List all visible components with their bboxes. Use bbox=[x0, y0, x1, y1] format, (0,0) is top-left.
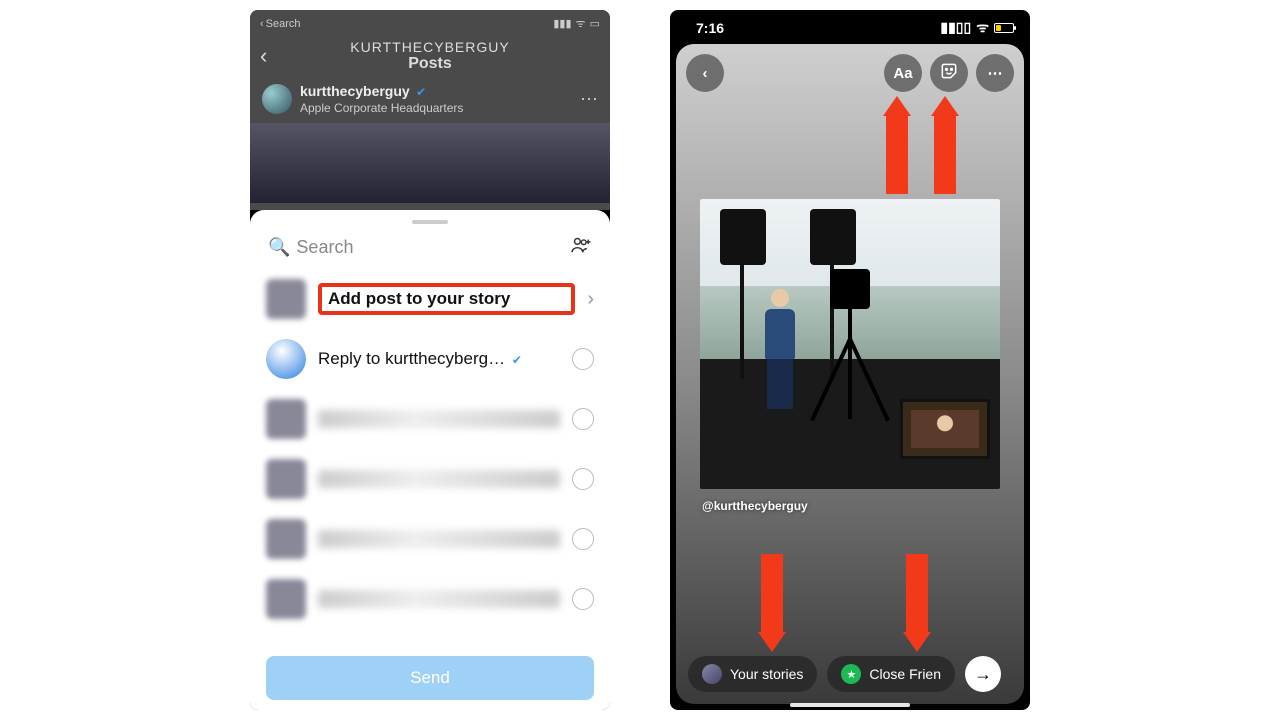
recipient-avatar bbox=[266, 579, 306, 619]
recipient-name-blurred bbox=[318, 590, 560, 608]
recipient-name-blurred bbox=[318, 410, 560, 428]
text-tool-button[interactable]: Aa bbox=[884, 54, 922, 92]
story-share-bar: Your stories ★ Close Frien → bbox=[676, 656, 1024, 692]
author-avatar[interactable] bbox=[262, 84, 292, 114]
recipient-row[interactable] bbox=[262, 509, 598, 569]
verified-badge-icon: ✔ bbox=[512, 353, 522, 367]
your-stories-button[interactable]: Your stories bbox=[688, 656, 817, 692]
select-radio[interactable] bbox=[572, 348, 594, 370]
recipient-row[interactable] bbox=[262, 449, 598, 509]
share-sheet-screenshot: ‹ Search ▮▮▮ ᯤ ▭ ‹ KURTTHECYBERGUY Posts… bbox=[250, 10, 610, 710]
post-header: kurtthecyberguy ✔ Apple Corporate Headqu… bbox=[250, 75, 610, 123]
verified-badge-icon: ✔ bbox=[416, 85, 426, 99]
chevron-left-icon: ‹ bbox=[703, 65, 708, 82]
annotation-arrow-close-friends bbox=[906, 554, 928, 634]
arrow-right-icon: → bbox=[974, 664, 992, 685]
post-image-dimmed bbox=[250, 123, 610, 203]
reply-row[interactable]: Reply to kurtthecyberg… ✔ bbox=[262, 329, 598, 389]
home-indicator[interactable] bbox=[790, 703, 910, 707]
create-group-icon[interactable] bbox=[570, 236, 592, 259]
battery-icon: ▭ bbox=[590, 17, 600, 30]
story-canvas[interactable]: ‹ Aa ⋯ bbox=[676, 44, 1024, 704]
select-radio[interactable] bbox=[572, 408, 594, 430]
shared-post-preview[interactable] bbox=[700, 199, 1000, 489]
story-editor-screenshot: 7:16 ▮▮▯▯ ᯤ ‹ Aa bbox=[670, 10, 1030, 710]
select-radio[interactable] bbox=[572, 528, 594, 550]
recipient-row[interactable] bbox=[262, 389, 598, 449]
close-friends-star-icon: ★ bbox=[841, 664, 861, 684]
close-friends-label: Close Frien bbox=[869, 666, 941, 682]
post-location[interactable]: Apple Corporate Headquarters bbox=[300, 101, 463, 115]
share-sheet: 🔍 Search Add post to your story › Reply … bbox=[250, 210, 610, 710]
post-author[interactable]: kurtthecyberguy bbox=[300, 83, 410, 99]
search-icon: 🔍 bbox=[268, 237, 290, 258]
close-friends-button[interactable]: ★ Close Frien bbox=[827, 656, 955, 692]
wifi-icon: ᯤ bbox=[976, 18, 989, 37]
chevron-left-icon: ‹ bbox=[260, 18, 264, 30]
story-thumb-icon bbox=[266, 279, 306, 319]
dimmed-post-background: ‹ Search ▮▮▮ ᯤ ▭ ‹ KURTTHECYBERGUY Posts… bbox=[250, 10, 610, 210]
more-tools-button[interactable]: ⋯ bbox=[976, 54, 1014, 92]
add-to-story-row[interactable]: Add post to your story › bbox=[262, 269, 598, 329]
nav-title: Posts bbox=[250, 55, 610, 73]
back-button[interactable]: ‹ bbox=[686, 54, 724, 92]
post-handle[interactable]: @kurtthecyberguy bbox=[702, 499, 808, 513]
ellipsis-icon: ⋯ bbox=[988, 64, 1003, 82]
annotation-arrow-sticker-tool bbox=[934, 114, 956, 194]
recipient-name-blurred bbox=[318, 530, 560, 548]
your-avatar-icon bbox=[702, 664, 722, 684]
signal-icon: ▮▮▯▯ bbox=[940, 19, 971, 36]
your-stories-label: Your stories bbox=[730, 666, 803, 682]
recipient-name-blurred bbox=[318, 470, 560, 488]
chevron-right-icon: › bbox=[587, 288, 594, 311]
back-search-label: Search bbox=[266, 18, 301, 30]
annotation-arrow-text-tool bbox=[886, 114, 908, 194]
post-nav: ‹ KURTTHECYBERGUY Posts bbox=[250, 33, 610, 75]
search-input[interactable]: 🔍 Search bbox=[268, 237, 560, 258]
wifi-icon: ᯤ bbox=[576, 16, 586, 31]
sticker-icon bbox=[939, 61, 959, 85]
recipient-avatar bbox=[266, 519, 306, 559]
author-avatar-icon bbox=[266, 339, 306, 379]
select-radio[interactable] bbox=[572, 588, 594, 610]
post-more-button[interactable]: ⋯ bbox=[580, 89, 598, 110]
status-icons: ▮▮▯▯ ᯤ bbox=[940, 18, 1014, 37]
recipient-avatar bbox=[266, 399, 306, 439]
recipient-row[interactable] bbox=[262, 569, 598, 629]
status-bar: ‹ Search ▮▮▮ ᯤ ▭ bbox=[250, 14, 610, 33]
battery-icon bbox=[994, 23, 1014, 33]
next-button[interactable]: → bbox=[965, 656, 1001, 692]
status-time: 7:16 bbox=[696, 20, 724, 36]
search-placeholder: Search bbox=[296, 237, 353, 258]
signal-icon: ▮▮▮ bbox=[553, 17, 571, 30]
send-button[interactable]: Send bbox=[266, 656, 594, 700]
profile-username: KURTTHECYBERGUY bbox=[250, 39, 610, 55]
back-button[interactable]: ‹ bbox=[260, 43, 267, 69]
sticker-tool-button[interactable] bbox=[930, 54, 968, 92]
story-toolbar: ‹ Aa ⋯ bbox=[676, 44, 1024, 102]
reply-label: Reply to kurtthecyberg… ✔ bbox=[318, 349, 560, 369]
text-tool-icon: Aa bbox=[893, 65, 912, 82]
select-radio[interactable] bbox=[572, 468, 594, 490]
status-bar: 7:16 ▮▮▯▯ ᯤ bbox=[670, 10, 1030, 41]
back-to-search[interactable]: ‹ Search bbox=[260, 18, 301, 30]
sheet-grabber[interactable] bbox=[412, 220, 448, 224]
add-to-story-label: Add post to your story bbox=[318, 283, 575, 315]
annotation-arrow-your-stories bbox=[761, 554, 783, 634]
recipient-avatar bbox=[266, 459, 306, 499]
status-icons: ▮▮▮ ᯤ ▭ bbox=[553, 16, 600, 31]
